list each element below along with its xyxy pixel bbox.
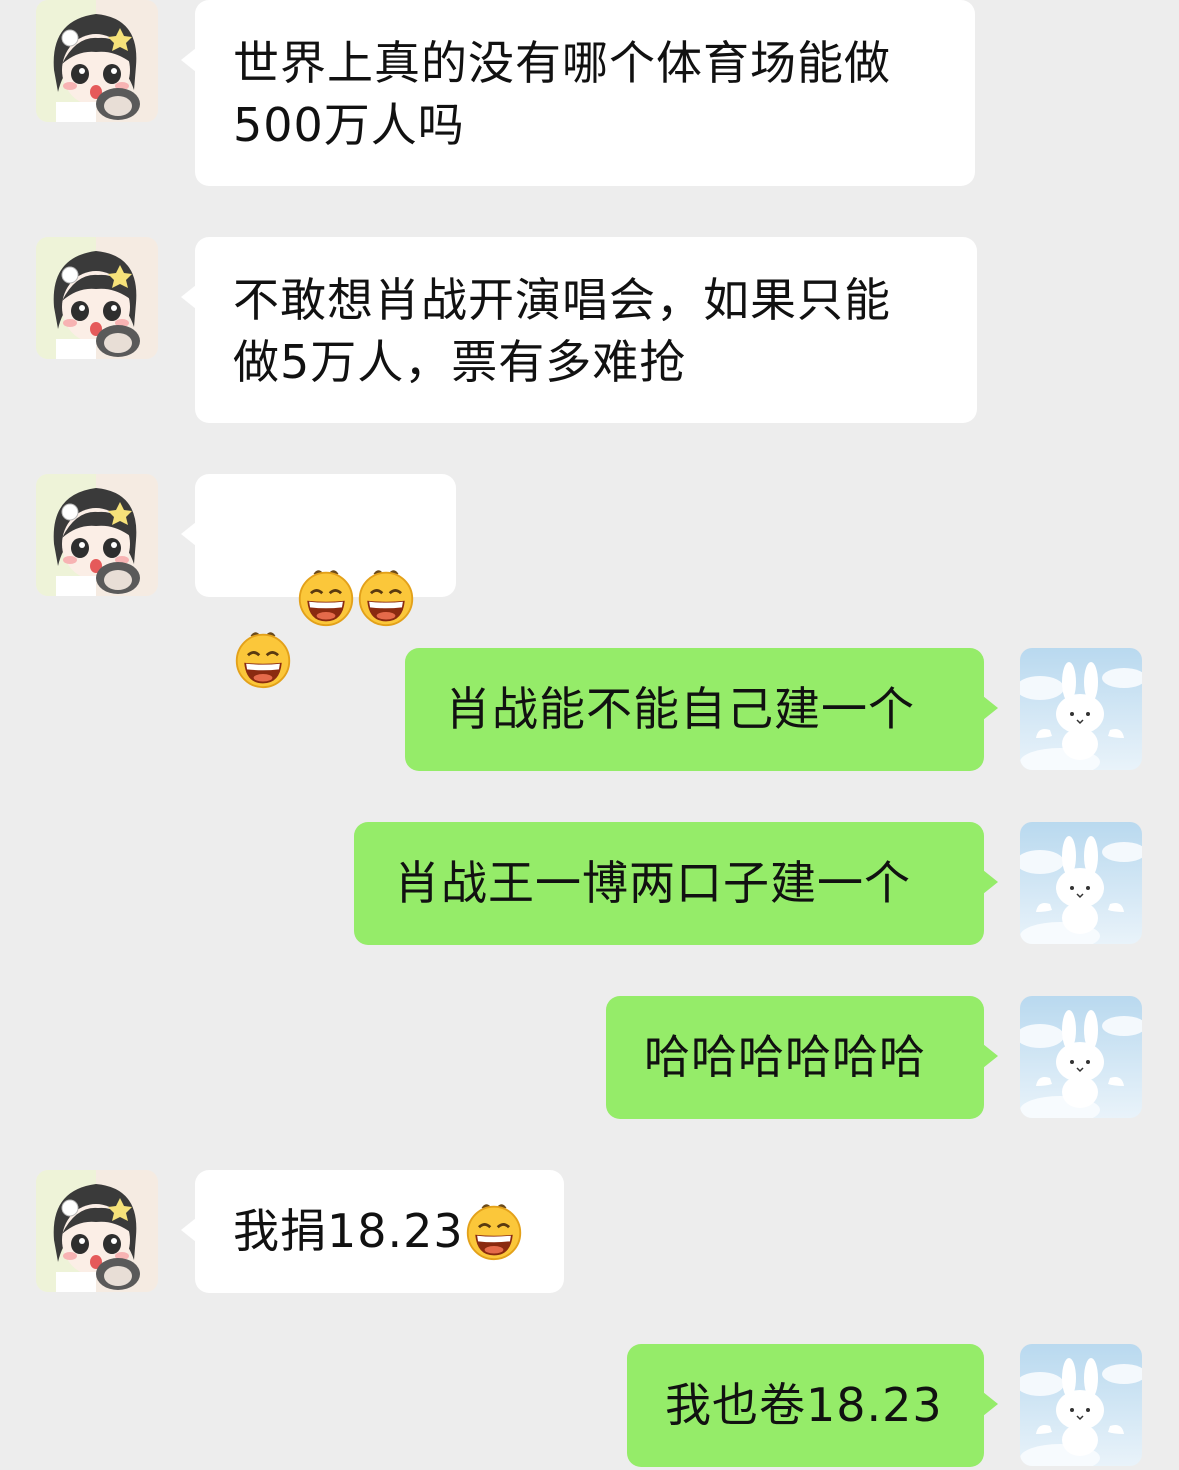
- anime-girl-avatar-icon: [36, 0, 158, 122]
- avatar[interactable]: [36, 474, 158, 596]
- message-bubble[interactable]: 肖战王一博两口子建一个: [354, 822, 998, 945]
- avatar[interactable]: [1020, 1344, 1142, 1466]
- white-bunny-avatar-icon: [1020, 822, 1142, 944]
- grin-emoji-icon: [464, 1201, 524, 1261]
- message-bubble[interactable]: 我也卷18.23: [627, 1344, 998, 1467]
- message-text: 肖战王一博两口子建一个: [394, 856, 911, 910]
- avatar[interactable]: [36, 0, 158, 122]
- avatar[interactable]: [36, 1170, 158, 1292]
- grin-emoji-icon: [233, 629, 293, 689]
- grin-emoji-icon: [296, 567, 356, 627]
- avatar[interactable]: [1020, 996, 1142, 1118]
- message-bubble[interactable]: 不敢想肖战开演唱会，如果只能 做5万人，票有多难抢: [181, 237, 977, 423]
- anime-girl-avatar-icon: [36, 474, 158, 596]
- message-text: 哈哈哈哈哈哈: [644, 1030, 926, 1084]
- message-text-content: 我捐18.23: [233, 1204, 464, 1258]
- white-bunny-avatar-icon: [1020, 1344, 1142, 1466]
- message-text: 世界上真的没有哪个体育场能做 500万人吗: [233, 36, 891, 152]
- avatar[interactable]: [36, 237, 158, 359]
- anime-girl-avatar-icon: [36, 1170, 158, 1292]
- message-text: 肖战能不能自己建一个: [445, 682, 915, 736]
- anime-girl-avatar-icon: [36, 237, 158, 359]
- avatar[interactable]: [1020, 822, 1142, 944]
- message-bubble[interactable]: 哈哈哈哈哈哈: [606, 996, 998, 1119]
- grin-emoji-icon: [356, 567, 416, 627]
- message-bubble[interactable]: 世界上真的没有哪个体育场能做 500万人吗: [181, 0, 975, 186]
- message-text: 不敢想肖战开演唱会，如果只能 做5万人，票有多难抢: [233, 273, 891, 389]
- message-text: [233, 504, 418, 752]
- white-bunny-avatar-icon: [1020, 996, 1142, 1118]
- message-bubble[interactable]: 肖战能不能自己建一个: [405, 648, 998, 771]
- message-text: 我也卷18.23: [665, 1378, 943, 1432]
- avatar[interactable]: [1020, 648, 1142, 770]
- white-bunny-avatar-icon: [1020, 648, 1142, 770]
- message-bubble[interactable]: [181, 474, 456, 597]
- message-bubble[interactable]: 我捐18.23: [181, 1170, 564, 1293]
- message-text: 我捐18.23: [233, 1200, 526, 1262]
